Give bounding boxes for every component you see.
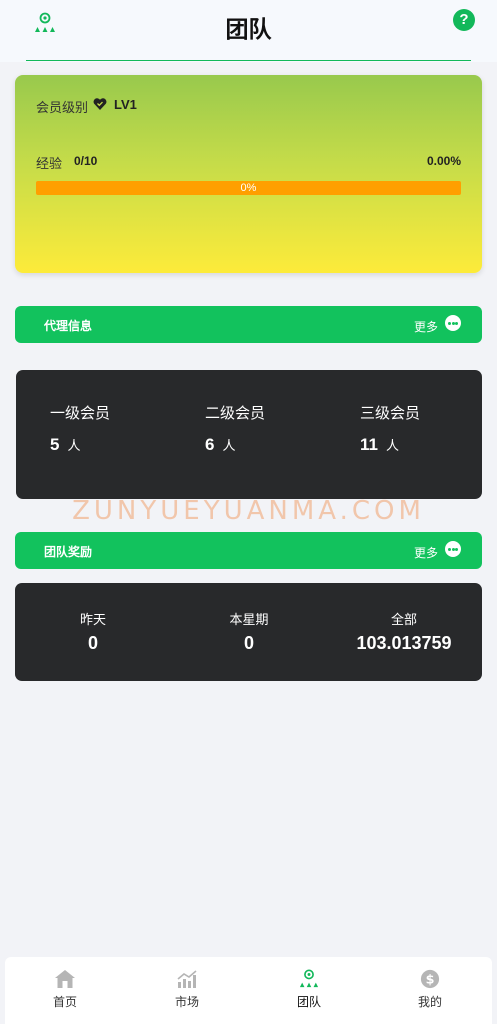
member-count: 6人 (205, 435, 325, 455)
member-unit: 人 (222, 438, 236, 453)
reward-total: 全部 103.013759 (326, 609, 482, 654)
member-level-2[interactable]: 二级会员 6人 (205, 402, 325, 455)
member-unit: 人 (385, 438, 399, 453)
agent-info-title: 代理信息 (44, 319, 93, 333)
team-reward-card: 昨天 0 本星期 0 全部 103.013759 (15, 583, 482, 681)
reward-value: 0 (243, 633, 254, 653)
more-dots-icon[interactable] (445, 541, 461, 557)
reward-this-week: 本星期 0 (171, 609, 327, 654)
level-value: LV1 (114, 97, 137, 112)
header-divider (26, 60, 471, 61)
nav-item-mine[interactable]: $ 我的 (390, 969, 470, 1010)
nav-label: 我的 (417, 995, 442, 1009)
reward-value: 0 (87, 633, 98, 653)
exp-progress-text: 0% (240, 182, 257, 194)
level-label: 会员级别 (36, 100, 89, 115)
bottom-nav: 首页 市场 团队 $ 我的 (5, 957, 492, 1024)
agent-info-bar[interactable]: 代理信息 更多 (15, 306, 482, 343)
more-dots-icon[interactable] (445, 315, 461, 331)
nav-item-market[interactable]: 市场 (147, 969, 227, 1010)
member-level-1[interactable]: 一级会员 5人 (50, 402, 170, 455)
page-title: 团队 (225, 16, 272, 42)
nav-item-home[interactable]: 首页 (25, 969, 105, 1010)
member-label: 二级会员 (205, 405, 266, 422)
member-label: 一级会员 (50, 405, 111, 422)
team-reward-title: 团队奖励 (44, 545, 93, 559)
member-number: 5 (50, 435, 60, 454)
team-page: 团队 ? 会员级别 LV1 经验 0/10 0.00% 0% 代理信息 更多 一… (0, 0, 497, 1024)
home-icon (55, 970, 75, 988)
member-level-card: 会员级别 LV1 经验 0/10 0.00% 0% (15, 75, 482, 273)
nav-item-team[interactable]: 团队 (269, 969, 349, 1010)
agent-info-more-link[interactable]: 更多 (414, 318, 438, 335)
member-count-card: 一级会员 5人 二级会员 6人 三级会员 11 人 (16, 370, 482, 499)
nav-label: 团队 (296, 995, 321, 1009)
exp-label: 经验 (36, 156, 63, 171)
reward-label: 本星期 (229, 612, 269, 627)
exp-value: 0/10 (74, 154, 98, 168)
top-header: 团队 ? (0, 0, 497, 62)
member-level-3[interactable]: 三级会员 11 人 (360, 402, 480, 455)
team-icon (299, 969, 319, 988)
help-icon[interactable]: ? (453, 9, 475, 31)
dollar-icon: $ (420, 969, 440, 989)
chart-icon (177, 970, 197, 988)
team-reward-more-link[interactable]: 更多 (414, 544, 438, 561)
member-count: 5人 (50, 435, 170, 455)
reward-value: 103.013759 (356, 633, 452, 653)
reward-label: 昨天 (79, 612, 106, 627)
member-number: 6 (205, 435, 215, 454)
nav-label: 市场 (174, 995, 199, 1009)
team-reward-bar[interactable]: 团队奖励 更多 (15, 532, 482, 569)
heart-badge-icon (93, 98, 107, 110)
member-unit: 人 (67, 438, 81, 453)
svg-text:$: $ (426, 972, 435, 987)
member-count: 11 人 (360, 435, 480, 455)
watermark-text: ZUNYUEYUANMA.COM (72, 496, 425, 526)
exp-percent: 0.00% (426, 154, 461, 168)
member-number: 11 (360, 435, 378, 454)
member-label: 三级会员 (360, 405, 421, 422)
reward-label: 全部 (390, 612, 417, 627)
reward-yesterday: 昨天 0 (15, 609, 171, 654)
nav-label: 首页 (52, 995, 77, 1009)
exp-progress-bar: 0% (36, 181, 461, 195)
